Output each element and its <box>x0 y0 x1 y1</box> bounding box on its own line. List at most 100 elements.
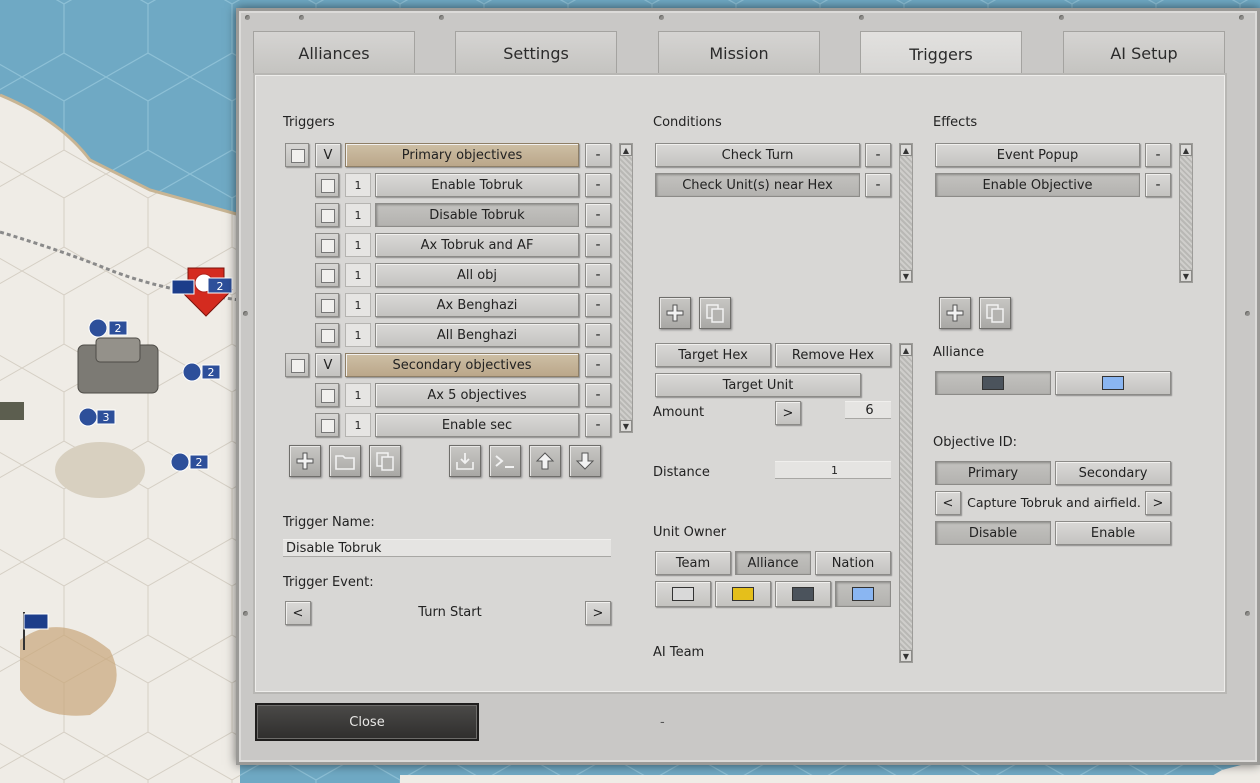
tab-ai-setup[interactable]: AI Setup <box>1063 31 1225 75</box>
trigger-item[interactable]: All Benghazi <box>375 323 579 347</box>
target-unit-button[interactable]: Target Unit <box>655 373 861 397</box>
unit-badge[interactable]: 2 <box>170 452 209 472</box>
trigger-item[interactable]: All obj <box>375 263 579 287</box>
owner-team-button[interactable]: Team <box>655 551 731 575</box>
condition-item[interactable]: Check Turn <box>655 143 860 167</box>
owner-nation-button[interactable]: Nation <box>815 551 891 575</box>
remove-trigger-button[interactable]: - <box>585 203 611 227</box>
objective-prev-button[interactable]: < <box>935 491 961 515</box>
trigger-checkbox[interactable] <box>315 413 339 437</box>
conditions-scrollbar[interactable]: ▲ ▼ <box>899 143 913 283</box>
remove-effect-button[interactable]: - <box>1145 143 1171 167</box>
trigger-checkbox[interactable] <box>315 383 339 407</box>
amount-next-button[interactable]: > <box>775 401 801 425</box>
scroll-down-icon[interactable]: ▼ <box>620 420 632 432</box>
trigger-item[interactable]: Ax 5 objectives <box>375 383 579 407</box>
trigger-group[interactable]: Secondary objectives <box>345 353 579 377</box>
owner-color-swatch <box>792 587 814 601</box>
unit-badge[interactable]: 3 <box>78 407 116 427</box>
primary-objective-button[interactable]: Primary <box>935 461 1051 485</box>
group-collapse-button[interactable]: V <box>315 143 341 167</box>
trigger-list-scrollbar[interactable]: ▲ ▼ <box>619 143 633 433</box>
owner-alliance-button[interactable]: Alliance <box>735 551 811 575</box>
scroll-down-icon[interactable]: ▼ <box>900 650 912 662</box>
amount-input[interactable]: 6 <box>845 401 891 419</box>
remove-hex-button[interactable]: Remove Hex <box>775 343 891 367</box>
remove-trigger-button[interactable]: - <box>585 413 611 437</box>
scroll-up-icon[interactable]: ▲ <box>900 144 912 156</box>
remove-condition-button[interactable]: - <box>865 143 891 167</box>
trigger-checkbox[interactable] <box>315 263 339 287</box>
condition-details-scrollbar[interactable]: ▲ ▼ <box>899 343 913 663</box>
effect-item[interactable]: Event Popup <box>935 143 1140 167</box>
trigger-item[interactable]: Enable sec <box>375 413 579 437</box>
unit-badge[interactable]: 2 <box>182 362 221 382</box>
remove-effect-button[interactable]: - <box>1145 173 1171 197</box>
trigger-checkbox[interactable] <box>315 293 339 317</box>
trigger-checkbox[interactable] <box>315 323 339 347</box>
tab-triggers[interactable]: Triggers <box>860 31 1022 77</box>
trigger-item[interactable]: Ax Benghazi <box>375 293 579 317</box>
trigger-checkbox[interactable] <box>315 173 339 197</box>
condition-item[interactable]: Check Unit(s) near Hex <box>655 173 860 197</box>
remove-trigger-button[interactable]: - <box>585 233 611 257</box>
remove-condition-button[interactable]: - <box>865 173 891 197</box>
group-checkbox[interactable] <box>285 353 309 377</box>
move-up-button[interactable] <box>529 445 561 477</box>
scroll-down-icon[interactable]: ▼ <box>1180 270 1192 282</box>
unit-badge[interactable]: 2 <box>207 277 233 294</box>
tab-alliances[interactable]: Alliances <box>253 31 415 75</box>
trigger-checkbox[interactable] <box>315 203 339 227</box>
tab-settings[interactable]: Settings <box>455 31 617 75</box>
scroll-down-icon[interactable]: ▼ <box>900 270 912 282</box>
add-folder-button[interactable] <box>329 445 361 477</box>
scroll-up-icon[interactable]: ▲ <box>900 344 912 356</box>
owner-color-button[interactable] <box>655 581 711 607</box>
scroll-up-icon[interactable]: ▲ <box>1180 144 1192 156</box>
trigger-group[interactable]: Primary objectives <box>345 143 579 167</box>
remove-trigger-button[interactable]: - <box>585 263 611 287</box>
tab-mission[interactable]: Mission <box>658 31 820 75</box>
owner-color-button[interactable] <box>775 581 831 607</box>
console-button[interactable] <box>489 445 521 477</box>
remove-trigger-button[interactable]: - <box>585 173 611 197</box>
copy-trigger-button[interactable] <box>369 445 401 477</box>
remove-trigger-button[interactable]: - <box>585 353 611 377</box>
enable-button[interactable]: Enable <box>1055 521 1171 545</box>
secondary-objective-button[interactable]: Secondary <box>1055 461 1171 485</box>
remove-trigger-button[interactable]: - <box>585 383 611 407</box>
triggers-panel: Triggers V Primary objectives -1 Enable Tob… <box>253 73 1227 694</box>
trigger-item[interactable]: Ax Tobruk and AF <box>375 233 579 257</box>
move-down-button[interactable] <box>569 445 601 477</box>
effects-scrollbar[interactable]: ▲ ▼ <box>1179 143 1193 283</box>
disable-button[interactable]: Disable <box>935 521 1051 545</box>
remove-trigger-button[interactable]: - <box>585 143 611 167</box>
add-condition-button[interactable] <box>659 297 691 329</box>
remove-trigger-button[interactable]: - <box>585 293 611 317</box>
copy-condition-button[interactable] <box>699 297 731 329</box>
group-checkbox[interactable] <box>285 143 309 167</box>
target-hex-button[interactable]: Target Hex <box>655 343 771 367</box>
effect-item[interactable]: Enable Objective <box>935 173 1140 197</box>
import-button[interactable] <box>449 445 481 477</box>
distance-input[interactable]: 1 <box>775 461 891 479</box>
alliance-axis-button[interactable] <box>935 371 1051 395</box>
objective-next-button[interactable]: > <box>1145 491 1171 515</box>
trigger-event-prev-button[interactable]: < <box>285 601 311 625</box>
close-button[interactable]: Close <box>255 703 479 741</box>
plus-icon <box>946 304 964 322</box>
add-effect-button[interactable] <box>939 297 971 329</box>
add-trigger-button[interactable] <box>289 445 321 477</box>
copy-effect-button[interactable] <box>979 297 1011 329</box>
trigger-checkbox[interactable] <box>315 233 339 257</box>
remove-trigger-button[interactable]: - <box>585 323 611 347</box>
trigger-event-next-button[interactable]: > <box>585 601 611 625</box>
group-collapse-button[interactable]: V <box>315 353 341 377</box>
owner-color-button[interactable] <box>835 581 891 607</box>
scroll-up-icon[interactable]: ▲ <box>620 144 632 156</box>
owner-color-button[interactable] <box>715 581 771 607</box>
alliance-allies-button[interactable] <box>1055 371 1171 395</box>
trigger-name-input[interactable]: Disable Tobruk <box>283 539 611 557</box>
trigger-item[interactable]: Disable Tobruk <box>375 203 579 227</box>
trigger-item[interactable]: Enable Tobruk <box>375 173 579 197</box>
